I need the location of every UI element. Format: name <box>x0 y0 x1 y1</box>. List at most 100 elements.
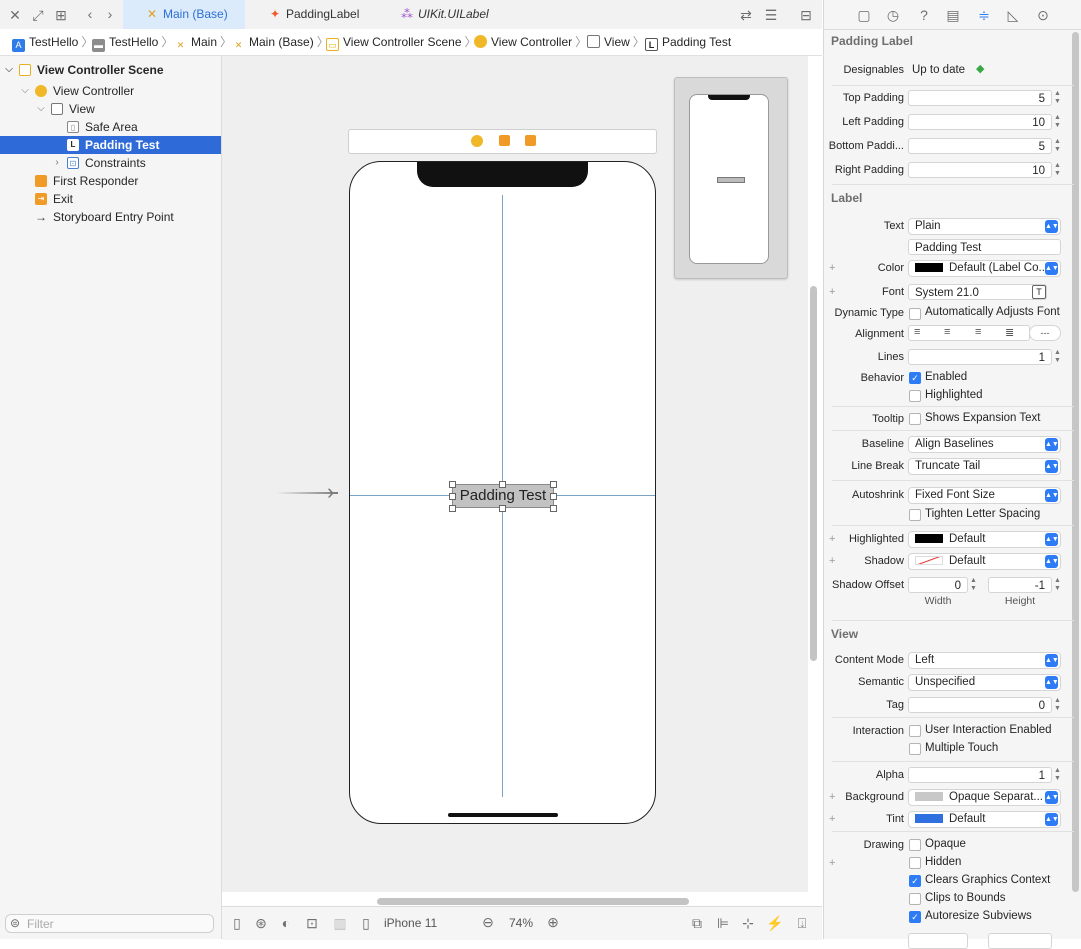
breadcrumb-main-base[interactable]: ✕ Main (Base) 〉 <box>232 34 332 50</box>
tooltip-checkbox[interactable] <box>909 413 921 425</box>
connections-inspector-icon[interactable]: ⊙ <box>1036 7 1050 23</box>
shadow-color-popup[interactable]: Default ▲▼ <box>908 553 1061 570</box>
outline-item-scene[interactable]: ⌵ View Controller Scene <box>0 61 221 79</box>
grid-icon[interactable]: ⊞ <box>54 7 68 23</box>
align-right-icon[interactable]: ≡ <box>975 326 981 338</box>
add-variation-icon[interactable]: + <box>829 857 835 869</box>
identity-inspector-icon[interactable]: ▤ <box>946 7 960 23</box>
rotate-icon[interactable]: ⊡ <box>305 915 319 931</box>
alignment-segmented-control[interactable]: ≡ ≡ ≡ ≣ <box>908 325 1030 341</box>
autoshrink-popup[interactable]: Fixed Font Size ▲▼ <box>908 487 1061 504</box>
resize-handle[interactable] <box>550 493 557 500</box>
hidden-checkbox[interactable] <box>909 857 921 869</box>
close-icon[interactable]: ✕ <box>8 7 22 23</box>
multiple-touch-checkbox[interactable] <box>909 743 921 755</box>
stretching-field[interactable] <box>988 933 1052 949</box>
zoom-in-icon[interactable]: ⊕ <box>545 914 561 930</box>
shadow-offset-height-field[interactable]: -1 <box>988 577 1052 593</box>
attributes-inspector-icon[interactable]: ≑ <box>977 7 991 23</box>
canvas-minimap[interactable] <box>674 77 788 279</box>
chevron-right-icon[interactable]: › <box>52 154 62 172</box>
alpha-field[interactable]: 1 <box>908 767 1052 783</box>
device-selector[interactable]: iPhone 11 <box>384 916 437 930</box>
tab-padding-label[interactable]: ✦ PaddingLabel <box>268 0 388 29</box>
resolve-issues-icon[interactable]: ⚡ <box>766 915 783 931</box>
outline-item-first-responder[interactable]: First Responder <box>0 172 221 190</box>
clips-bounds-checkbox[interactable] <box>909 893 921 905</box>
expand-icon[interactable]: ⤢ <box>31 7 45 23</box>
stepper-icon[interactable]: ▲ ▼ <box>1053 697 1062 713</box>
stepper-icon[interactable]: ▲ ▼ <box>1053 114 1062 130</box>
font-field[interactable]: System 21.0 <box>908 284 1047 300</box>
split-editor-icon[interactable]: ⊟ <box>798 7 814 23</box>
outline-item-entry-point[interactable]: → Storyboard Entry Point <box>0 208 221 226</box>
embed-icon[interactable]: ⍗ <box>794 915 810 931</box>
resize-handle[interactable] <box>550 505 557 512</box>
bottom-padding-field[interactable]: 5 <box>908 138 1052 154</box>
breadcrumb-main[interactable]: ✕ Main 〉 <box>174 34 235 50</box>
enabled-checkbox[interactable]: ✓ <box>909 372 921 384</box>
view-controller-icon[interactable] <box>471 135 483 147</box>
text-type-popup[interactable]: Plain ▲▼ <box>908 218 1061 235</box>
clears-context-checkbox[interactable]: ✓ <box>909 875 921 887</box>
breadcrumb-view-controller[interactable]: View Controller 〉 <box>474 34 590 50</box>
outline-item-padding-test[interactable]: L Padding Test <box>0 136 221 154</box>
resize-handle[interactable] <box>499 505 506 512</box>
breadcrumb-label[interactable]: L Padding Test <box>645 34 731 51</box>
breadcrumb-scene[interactable]: ▭ View Controller Scene 〉 <box>326 34 480 51</box>
resize-handle[interactable] <box>449 505 456 512</box>
storyboard-canvas[interactable]: › Padding Test <box>222 56 817 905</box>
stepper-icon[interactable]: ▲ ▼ <box>1053 162 1062 178</box>
vertical-scrollbar[interactable] <box>810 286 817 661</box>
opaque-checkbox[interactable] <box>909 839 921 851</box>
dynamic-type-checkbox[interactable] <box>909 308 921 320</box>
filter-field[interactable]: ⊜ Filter <box>5 914 214 933</box>
breadcrumb-folder[interactable]: ▬ TestHello 〉 <box>92 34 176 52</box>
shadow-offset-width-field[interactable]: 0 <box>908 577 968 593</box>
chevron-down-icon[interactable]: ⌵ <box>36 100 46 118</box>
text-value-field[interactable]: Padding Test <box>908 239 1061 255</box>
align-justify-icon[interactable]: ≣ <box>1005 326 1014 339</box>
chevron-down-icon[interactable]: ⌵ <box>4 61 14 79</box>
line-break-popup[interactable]: Truncate Tail ▲▼ <box>908 458 1061 475</box>
back-icon[interactable]: ‹ <box>84 6 96 22</box>
outline-item-exit[interactable]: ⇥ Exit <box>0 190 221 208</box>
related-items-icon[interactable]: ⇄ <box>738 7 754 23</box>
appearance-icon[interactable]: ◐ <box>279 915 293 931</box>
align-center-icon[interactable]: ≡ <box>944 326 950 338</box>
device-frame[interactable]: Padding Test <box>349 161 656 824</box>
semantic-popup[interactable]: Unspecified ▲▼ <box>908 674 1061 691</box>
breadcrumb-project[interactable]: A TestHello 〉 <box>12 34 96 52</box>
stepper-icon[interactable]: ▲ ▼ <box>1053 577 1062 593</box>
top-padding-field[interactable]: 5 <box>908 90 1052 106</box>
outline-item-view[interactable]: ⌵ View <box>0 100 221 118</box>
resize-handle[interactable] <box>550 481 557 488</box>
autoresize-checkbox[interactable]: ✓ <box>909 911 921 923</box>
stepper-icon[interactable]: ▲ ▼ <box>1053 767 1062 783</box>
resize-handle[interactable] <box>499 481 506 488</box>
align-icon[interactable]: ⊫ <box>715 915 731 931</box>
right-padding-field[interactable]: 10 <box>908 162 1052 178</box>
stepper-icon[interactable]: ▲ ▼ <box>1053 138 1062 154</box>
zoom-level[interactable]: 74% <box>509 916 533 930</box>
outline-toggle-icon[interactable]: ▯ <box>230 915 244 931</box>
device-icon[interactable]: ▯ <box>359 915 373 931</box>
tab-uikit-uilabel[interactable]: ⁂ UIKit.UILabel <box>400 0 510 29</box>
size-inspector-icon[interactable]: ◺ <box>1006 7 1020 23</box>
tint-color-popup[interactable]: Default ▲▼ <box>908 811 1061 828</box>
help-icon[interactable]: ? <box>917 7 931 23</box>
history-icon[interactable]: ◷ <box>886 7 900 23</box>
baseline-popup[interactable]: Align Baselines ▲▼ <box>908 436 1061 453</box>
editor-options-icon[interactable]: ☰ <box>763 7 779 23</box>
zoom-out-icon[interactable]: ⊖ <box>480 914 496 930</box>
add-constraints-icon[interactable]: ⊹ <box>740 915 756 931</box>
breadcrumb-view[interactable]: View 〉 <box>587 34 648 50</box>
highlighted-checkbox[interactable] <box>909 390 921 402</box>
stepper-icon[interactable]: ▲ ▼ <box>1053 349 1062 365</box>
resize-handle[interactable] <box>449 481 456 488</box>
forward-icon[interactable]: › <box>104 6 116 22</box>
left-padding-field[interactable]: 10 <box>908 114 1052 130</box>
highlighted-color-popup[interactable]: Default ▲▼ <box>908 531 1061 548</box>
horizontal-scrollbar[interactable] <box>377 898 689 905</box>
background-color-popup[interactable]: Opaque Separat... ▲▼ <box>908 789 1061 806</box>
